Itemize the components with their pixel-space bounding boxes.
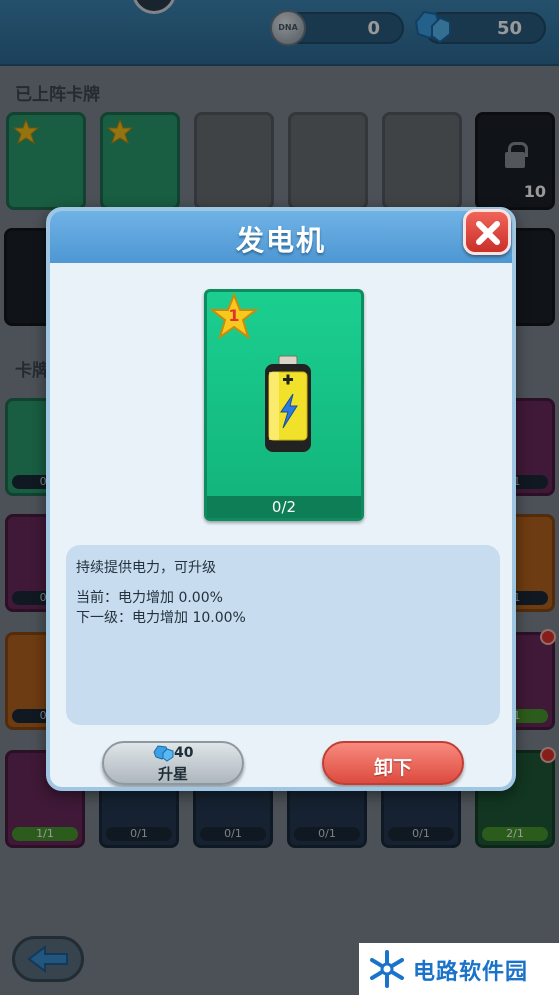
unequip-button[interactable]: 卸下 [322,741,464,785]
card-level: 1 [228,306,240,325]
upgrade-label: 升星 [157,765,188,783]
close-icon [476,221,500,245]
unequip-label: 卸下 [373,757,412,779]
card-detail-dialog: 发电机 1 0/2 持续提供电力，可升级 当前：电力增加 0.00% 下一级：电… [46,207,516,791]
watermark: 电路软件园 [359,943,559,995]
card-progress: 0/2 [207,496,361,518]
dialog-header: 发电机 [50,211,512,263]
upgrade-star-button[interactable]: 40 升星 [102,741,244,785]
close-button[interactable] [463,209,511,255]
description-panel: 持续提供电力，可升级 当前：电力增加 0.00% 下一级：电力增加 10.00% [66,545,500,725]
upgrade-cost: 40 [174,745,194,761]
card-preview: 1 0/2 [204,289,364,521]
battery-icon [265,355,311,452]
snowflake-logo-icon [370,950,404,988]
dialog-title: 发电机 [235,224,326,257]
gem-icon [153,745,174,762]
next-effect: 下一级：电力增加 10.00% [76,610,246,626]
watermark-text: 电路软件园 [413,960,529,985]
current-effect: 当前：电力增加 0.00% [76,590,223,606]
description-text: 持续提供电力，可升级 [76,560,216,576]
